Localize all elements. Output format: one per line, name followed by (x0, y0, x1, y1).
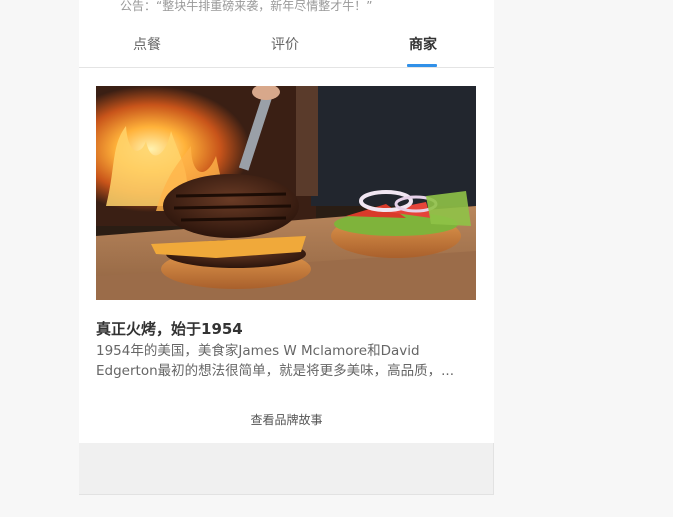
brand-title: 真正火烤，始于1954 (96, 320, 243, 338)
tab-merchant[interactable]: 商家 (403, 24, 443, 67)
tab-reviews[interactable]: 评价 (265, 24, 305, 67)
app-frame: 公告：“整块牛排重磅来袭，新年尽情整才牛！” 点餐 评价 商家 真正火烤，始于1… (79, 0, 494, 495)
brand-description: 1954年的美国，美食家James W Mclamore和David Edger… (96, 341, 480, 381)
view-brand-story-button[interactable]: 查看品牌故事 (79, 408, 494, 432)
tab-order[interactable]: 点餐 (127, 24, 167, 67)
brand-description-line-1: 1954年的美国，美食家James W Mclamore和David (96, 343, 420, 359)
active-tab-indicator (407, 64, 437, 67)
brand-description-line-2: Edgerton最初的想法很简单，就是将更多美味，高品质，... (96, 363, 455, 379)
announcement-text: 公告：“整块牛排重磅来袭，新年尽情整才牛！” (120, 0, 373, 13)
tab-bar: 点餐 评价 商家 (79, 24, 494, 68)
merchant-panel: 公告：“整块牛排重磅来袭，新年尽情整才牛！” 点餐 评价 商家 真正火烤，始于1… (79, 0, 494, 443)
brand-hero-image (96, 86, 476, 300)
